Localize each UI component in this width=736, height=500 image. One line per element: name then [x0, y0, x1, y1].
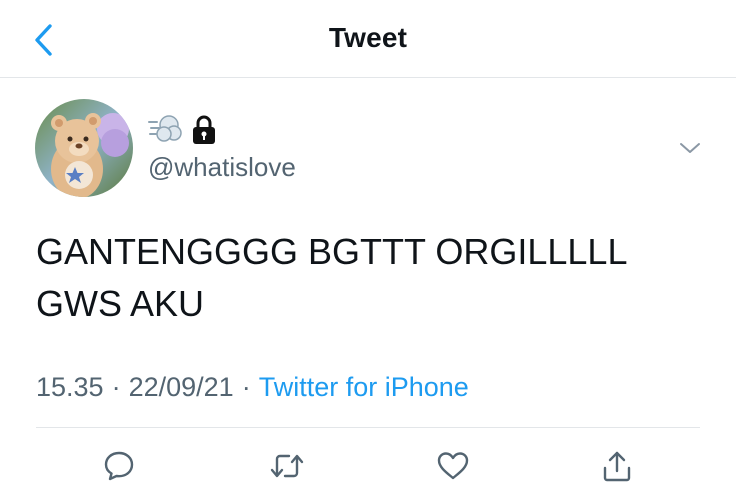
- page-title: Tweet: [328, 22, 408, 53]
- dash-emoji: [148, 115, 182, 142]
- navigation-bar: Tweet: [0, 0, 736, 78]
- reply-button[interactable]: [99, 446, 139, 486]
- tweet-meta: 15.35 · 22/09/21 · Twitter for iPhone: [36, 372, 469, 403]
- tweet-time: 15.35: [36, 372, 104, 402]
- lock-icon: [193, 115, 215, 144]
- retweet-button[interactable]: [267, 446, 307, 486]
- reply-icon: [104, 451, 134, 481]
- tweet-date: 22/09/21: [128, 372, 234, 402]
- tweet-source-link[interactable]: Twitter for iPhone: [259, 372, 469, 403]
- share-icon: [603, 451, 631, 482]
- separator: ·: [111, 372, 121, 402]
- share-button[interactable]: [597, 446, 637, 486]
- display-name: [147, 112, 217, 148]
- like-icon: [437, 452, 469, 480]
- like-button[interactable]: [433, 446, 473, 486]
- user-handle[interactable]: @whatislove: [148, 152, 296, 183]
- tweet-text: GANTENGGGG BGTTT ORGILLLLL GWS AKU: [36, 231, 628, 324]
- separator: ·: [241, 372, 251, 402]
- retweet-icon: [270, 454, 304, 478]
- divider: [36, 427, 700, 428]
- avatar[interactable]: [35, 99, 133, 197]
- action-bar: [0, 440, 736, 490]
- chevron-down-icon: [680, 143, 700, 153]
- more-options-button[interactable]: [676, 134, 704, 162]
